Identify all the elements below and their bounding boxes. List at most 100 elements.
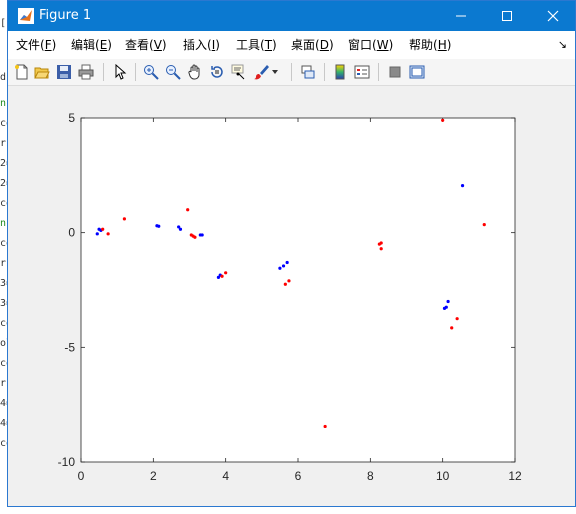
scatter-point: [441, 118, 445, 122]
zoom-out-button[interactable]: [163, 62, 183, 82]
scatter-point: [106, 232, 110, 236]
scatter-point: [157, 224, 161, 228]
minimize-button[interactable]: [438, 1, 484, 31]
pan-button[interactable]: [185, 62, 205, 82]
scatter-point: [379, 247, 383, 251]
scatter-point: [186, 208, 190, 212]
colorbar-icon: [335, 64, 345, 80]
menu-help[interactable]: 帮助(H): [409, 38, 451, 52]
data-cursor-icon: [231, 64, 245, 80]
toolbar-separator: [103, 63, 104, 81]
print-icon: [78, 64, 94, 80]
legend-icon: [354, 65, 370, 79]
brush-dropdown-button[interactable]: [270, 62, 280, 82]
toolbar-separator: [378, 63, 379, 81]
window-title: Figure 1: [39, 8, 92, 23]
x-tick-label: 8: [367, 469, 374, 483]
menu-insert[interactable]: 插入(I): [183, 38, 220, 52]
figure-canvas: 0 2 4 6 8 10 12 5 0 -5 -10: [8, 86, 575, 506]
close-icon: [547, 10, 559, 22]
scatter-point: [101, 227, 105, 231]
maximize-button[interactable]: [484, 1, 530, 31]
close-button[interactable]: [530, 1, 576, 31]
scatter-point: [455, 317, 459, 321]
maximize-icon: [502, 11, 512, 21]
hide-plot-tools-icon: [389, 66, 401, 78]
pointer-icon: [115, 64, 127, 80]
matlab-icon: [18, 8, 34, 24]
brush-dropdown-icon: [272, 70, 278, 74]
data-cursor-button[interactable]: [229, 62, 249, 82]
scatter-point: [220, 274, 224, 278]
link-plot-button[interactable]: [298, 62, 318, 82]
x-tick-label: 0: [78, 469, 85, 483]
scatter-point: [122, 217, 126, 221]
scatter-point: [95, 232, 99, 236]
x-tick-label: 12: [508, 469, 522, 483]
open-file-button[interactable]: [32, 62, 52, 82]
brush-icon: [254, 65, 269, 80]
scatter-point: [200, 233, 204, 237]
scatter-point: [460, 184, 465, 188]
zoom-out-icon: [166, 65, 181, 80]
show-plot-tools-icon: [409, 65, 425, 79]
toolbar: [8, 59, 575, 86]
scatter-point: [281, 264, 286, 268]
legend-button[interactable]: [352, 62, 372, 82]
menu-bar: 文件(F) 编辑(E) 查看(V) 插入(I) 工具(T) 桌面(D) 窗口(W…: [8, 31, 575, 59]
scatter-point: [323, 424, 327, 429]
hide-plot-tools-button[interactable]: [385, 62, 405, 82]
pan-icon: [188, 64, 200, 80]
rotate-3d-icon: [211, 66, 223, 78]
scatter-point: [278, 266, 282, 270]
y-tick-label: -10: [58, 455, 76, 469]
minimize-icon: [456, 15, 466, 17]
show-plot-tools-button[interactable]: [407, 62, 427, 82]
zoom-in-icon: [144, 65, 159, 80]
menu-tools[interactable]: 工具(T): [236, 38, 277, 52]
rotate-3d-button[interactable]: [207, 62, 227, 82]
menu-file[interactable]: 文件(F): [16, 38, 56, 52]
figure-window: Figure 1 文件(F) 编辑(E) 查看(V) 插入(I) 工具(T) 桌…: [7, 0, 576, 507]
scatter-point: [450, 326, 454, 330]
toolbar-separator: [291, 63, 292, 81]
save-button[interactable]: [54, 62, 74, 82]
y-tick-label: 0: [68, 226, 75, 240]
x-tick-label: 4: [222, 469, 229, 483]
new-figure-button[interactable]: [12, 62, 32, 82]
scatter-point: [287, 279, 291, 283]
new-figure-icon: [15, 64, 28, 80]
print-button[interactable]: [76, 62, 96, 82]
scatter-point: [283, 282, 287, 286]
scatter-point: [446, 299, 450, 304]
menu-window[interactable]: 窗口(W): [348, 38, 393, 52]
scatter-point: [444, 305, 448, 309]
toolbar-separator: [135, 63, 136, 81]
colorbar-button[interactable]: [330, 62, 350, 82]
dock-arrow-icon[interactable]: ↘: [558, 38, 567, 51]
menu-view[interactable]: 查看(V): [125, 38, 167, 52]
pointer-button[interactable]: [110, 62, 130, 82]
y-tick-label: -5: [64, 340, 75, 354]
axes-background: [80, 117, 516, 463]
scatter-point: [178, 227, 183, 231]
menu-desktop[interactable]: 桌面(D): [291, 38, 334, 52]
y-tick-label: 5: [68, 111, 75, 125]
title-bar[interactable]: Figure 1: [8, 1, 575, 31]
scatter-point: [379, 241, 383, 245]
x-tick-label: 2: [150, 469, 157, 483]
zoom-in-button[interactable]: [141, 62, 161, 82]
scatter-point: [285, 260, 289, 265]
scatter-plot[interactable]: 0 2 4 6 8 10 12 5 0 -5 -10: [8, 86, 575, 507]
open-file-icon: [34, 67, 50, 79]
toolbar-separator: [324, 63, 325, 81]
x-tick-label: 10: [436, 469, 450, 483]
scatter-point: [482, 223, 486, 227]
save-icon: [57, 65, 71, 79]
menu-edit[interactable]: 编辑(E): [71, 38, 112, 52]
link-plot-icon: [301, 65, 315, 79]
brush-button[interactable]: [251, 62, 271, 82]
scatter-point: [193, 235, 197, 239]
x-tick-label: 6: [295, 469, 302, 483]
scatter-point: [224, 271, 228, 275]
